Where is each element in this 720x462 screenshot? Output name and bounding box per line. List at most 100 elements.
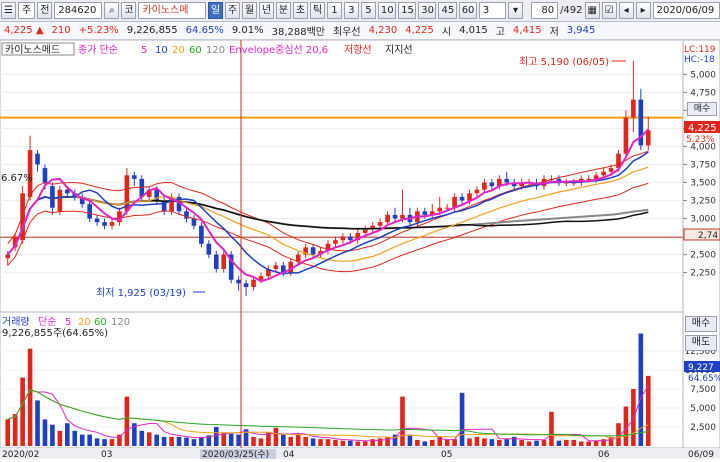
candle-body: [362, 229, 368, 233]
candle-body: [132, 175, 137, 179]
volume-bar: [191, 439, 197, 446]
interval-select[interactable]: 3: [478, 2, 507, 19]
vol-ratio: 9.01%: [231, 25, 264, 36]
chevron-down-icon[interactable]: ▾: [508, 2, 524, 19]
search-icon[interactable]: ⌕: [104, 2, 120, 19]
sell-button[interactable]: 매도: [685, 335, 717, 351]
step-right-icon[interactable]: ▸: [635, 2, 651, 19]
vol-legend-name: 거래량: [2, 316, 30, 328]
candle-body: [191, 218, 197, 226]
interval-1-button[interactable]: 1: [326, 2, 342, 19]
high-price: 4,415: [512, 25, 542, 36]
period-week-button[interactable]: 주: [224, 2, 240, 19]
high-annotation: 최고 5,190 (06/05): [519, 56, 609, 68]
volume-bar: [586, 441, 591, 446]
vol-tag-pct: 64.65%: [688, 374, 720, 384]
interval-30-button[interactable]: 30: [418, 2, 437, 19]
legend-ma20: 20: [172, 45, 185, 56]
stock-chart[interactable]: 5,0004,7504,5004,2504,0003,7503,5003,250…: [0, 39, 720, 460]
volume-bar: [27, 348, 33, 446]
volume-bar: [154, 434, 159, 446]
checkbox-icon[interactable]: ☑: [601, 2, 617, 19]
volume-bar: [340, 440, 346, 446]
interval-5-button[interactable]: 5: [360, 2, 376, 19]
candle-body: [213, 254, 219, 269]
date-label-jun: 06: [598, 450, 610, 459]
volume-bar: [124, 396, 130, 446]
candle-body: [348, 236, 353, 241]
candle-body: [251, 279, 256, 287]
interval-60-button[interactable]: 60: [458, 2, 477, 19]
volume-bar: [139, 430, 145, 446]
candle-body: [236, 279, 241, 284]
count-input[interactable]: 80: [530, 2, 559, 19]
volume-bar: [504, 439, 510, 446]
hc-label: HC:-18: [684, 55, 715, 65]
step-left-icon[interactable]: ◂: [618, 2, 634, 19]
volume-bar: [72, 430, 78, 446]
turnover-pct: 64.65%: [185, 25, 224, 36]
volume-bar: [102, 439, 107, 446]
date-label-apr: 04: [283, 450, 295, 459]
volume-bar: [444, 439, 450, 446]
low-label: 저: [549, 27, 559, 38]
volume-bar: [489, 439, 495, 446]
price-tick-label: 2,250: [690, 269, 716, 279]
type-button[interactable]: 코: [121, 2, 137, 19]
volume-bar: [348, 440, 353, 446]
candle-body: [199, 225, 204, 244]
low-annotation: 최저 1,925 (03/19): [96, 287, 186, 299]
volume-bar: [407, 434, 413, 446]
volume-bar: [333, 439, 338, 446]
volume-bar: [534, 440, 539, 446]
stock-code-input[interactable]: 284620: [54, 2, 103, 19]
volume-bar: [377, 438, 383, 446]
stock-name-field: 카이노스메: [138, 2, 206, 19]
interval-45-button[interactable]: 45: [438, 2, 457, 19]
period-tick-button[interactable]: 틱: [309, 2, 325, 19]
prev-button[interactable]: 전: [37, 2, 53, 19]
interval-10-button[interactable]: 10: [377, 2, 397, 19]
buy-small-button[interactable]: 매수: [687, 102, 717, 116]
chart-area[interactable]: 5,0004,7504,5004,2504,0003,7503,5003,250…: [0, 39, 720, 460]
vol-legend-ma-label: 단순: [38, 316, 56, 328]
period-minute-button[interactable]: 분: [275, 2, 291, 19]
candle-body: [35, 153, 40, 165]
legend-stock-name: 카이노스메드: [5, 44, 60, 56]
period-year-button[interactable]: 년: [258, 2, 274, 19]
volume-bar: [355, 441, 361, 446]
count-total: /492: [560, 5, 583, 16]
volume-bar: [251, 436, 256, 446]
candle-body: [392, 214, 398, 219]
legend-ma-label: 종가 단순: [78, 44, 118, 56]
date-input[interactable]: 2020/06/09: [652, 2, 720, 19]
buy-button[interactable]: 매수: [685, 316, 717, 332]
price-tag: 4,225: [688, 123, 717, 134]
chart-settings-icon[interactable]: ▦: [584, 2, 600, 19]
volume-bar: [303, 436, 308, 446]
bid-price: 4,225: [405, 25, 434, 36]
volume-bar: [228, 433, 234, 446]
period-second-button[interactable]: 초: [292, 2, 308, 19]
interval-15-button[interactable]: 15: [398, 2, 417, 19]
volume-bar: [549, 411, 554, 446]
legend-ma120: 120: [206, 45, 225, 56]
volume-bar: [42, 419, 48, 446]
quote-info-bar: 4,225 ▲ 210 +5.23% 9,226,855 64.65% 9.01…: [0, 22, 720, 40]
legend-resist: 저항선: [344, 44, 372, 56]
lc-label: LC:119: [684, 45, 716, 55]
price-change-pct: +5.23%: [78, 25, 119, 36]
volume-bar: [57, 430, 63, 446]
price-tick-label: 3,000: [690, 215, 716, 225]
candle-body: [206, 243, 212, 255]
volume-bar: [146, 432, 152, 446]
period-month-button[interactable]: 월: [241, 2, 257, 19]
menu-icon[interactable]: ☰: [1, 2, 16, 19]
candle-body: [601, 171, 606, 176]
vol-legend-ma60: 60: [94, 317, 107, 328]
candle-body: [459, 196, 465, 201]
vol-tag: 9,227: [688, 363, 714, 373]
market-select[interactable]: 주: [18, 2, 36, 19]
period-day-button[interactable]: 일: [207, 2, 223, 19]
interval-3-button[interactable]: 3: [343, 2, 359, 19]
